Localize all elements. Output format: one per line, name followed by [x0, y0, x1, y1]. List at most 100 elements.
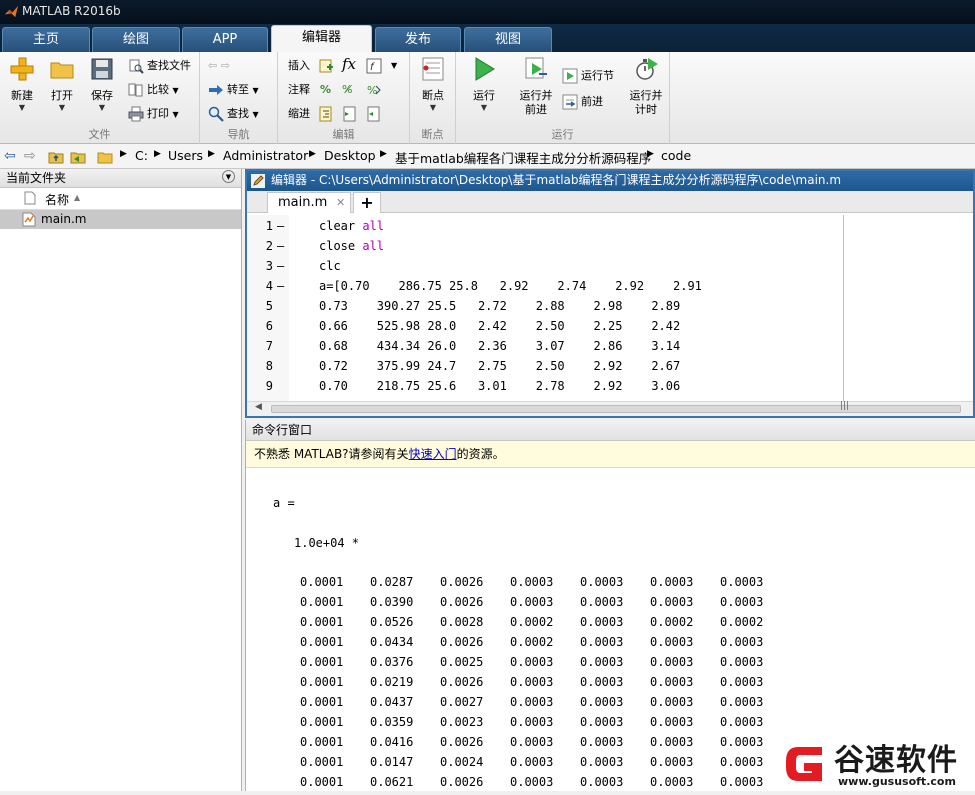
code-line: 4— a=[0.70 286.75 25.8 2.92 2.74 2.92 2.9… — [265, 279, 702, 293]
advance-icon — [562, 94, 578, 110]
decrease-indent-icon[interactable] — [366, 106, 382, 122]
tab-apps[interactable]: APP — [182, 27, 268, 52]
matrix-cell: 0.0027 — [440, 695, 484, 709]
tab-publish[interactable]: 发布 — [375, 27, 461, 52]
tab-editor[interactable]: 编辑器 — [271, 25, 372, 52]
scrollbar-thumb[interactable] — [271, 405, 961, 413]
matrix-cell: 0.0003 — [720, 675, 764, 689]
matrix-cell: 0.0003 — [720, 735, 764, 749]
breadcrumb-users[interactable]: Users — [168, 148, 203, 163]
insert-button[interactable]: 插入 — [288, 56, 310, 76]
chevron-down-icon: ▼ — [252, 86, 259, 95]
tab-view[interactable]: 视图 — [464, 27, 552, 52]
chevron-down-icon: ▼ — [58, 103, 66, 112]
comment-button[interactable]: 注释 — [288, 80, 310, 100]
breakpoints-group: 断点 ▼ 断点 — [410, 52, 456, 144]
insert-function-icon[interactable]: f — [366, 58, 382, 74]
indent-button[interactable]: 缩进 — [288, 104, 310, 124]
current-folder-header: 当前文件夹 ▼ — [0, 169, 241, 188]
chevron-down-icon[interactable]: ▼ — [391, 56, 397, 76]
scroll-left-icon[interactable]: ◀ — [255, 402, 262, 412]
matrix-cell: 0.0001 — [300, 735, 344, 749]
run-button[interactable]: 运行 ▼ — [464, 56, 504, 112]
smart-indent-icon[interactable] — [318, 106, 334, 122]
increase-indent-icon[interactable] — [342, 106, 358, 122]
breadcrumb-administrator[interactable]: Administrator — [223, 148, 308, 163]
variable-name-output: a = — [273, 496, 295, 510]
find-files-button[interactable]: 查找文件 — [128, 56, 191, 76]
breadcrumb-code[interactable]: code — [661, 148, 691, 163]
up-folder-icon[interactable] — [48, 149, 64, 165]
matrix-cell: 0.0003 — [650, 735, 694, 749]
matrix-cell: 0.0002 — [510, 635, 554, 649]
run-and-advance-button[interactable]: 运行并 前进 — [514, 56, 558, 117]
save-button[interactable]: 保存 ▼ — [84, 56, 120, 112]
matrix-row: 0.0001 0.0287 0.0026 0.0003 0.0003 0.0003 0.00… — [246, 575, 866, 595]
tab-home[interactable]: 主页 — [2, 27, 90, 52]
breakpoints-button[interactable]: 断点 ▼ — [416, 56, 450, 112]
close-icon[interactable]: ✕ — [336, 193, 345, 213]
chevron-right-icon: ▶ — [309, 149, 316, 159]
find-button[interactable]: 查找 ▼ — [208, 104, 259, 124]
uncomment-icon[interactable]: %̸ — [342, 80, 352, 100]
editor-title-bar: 编辑器 - C:\Users\Administrator\Desktop\基于m… — [247, 171, 973, 191]
back-arrow-icon[interactable]: ⇦ — [4, 149, 20, 165]
print-button[interactable]: 打印 ▼ — [128, 104, 179, 124]
matrix-cell: 0.0025 — [440, 655, 484, 669]
editor-window: 编辑器 - C:\Users\Administrator\Desktop\基于m… — [245, 169, 975, 418]
chevron-down-icon: ▼ — [18, 103, 26, 112]
matrix-cell: 0.0390 — [370, 595, 414, 609]
printer-icon — [128, 106, 144, 122]
address-bar: ⇦ ⇨ ▶ C: ▶ Users ▶ Administrator ▶ Deskt… — [0, 144, 975, 169]
file-row[interactable]: main.m — [0, 210, 241, 229]
horizontal-scrollbar[interactable]: ◀ ||| — [247, 401, 973, 416]
matrix-cell: 0.0003 — [650, 575, 694, 589]
matrix-cell: 0.0003 — [650, 695, 694, 709]
panel-menu-icon[interactable]: ▼ — [222, 170, 235, 183]
column-header-name[interactable]: 名称 ▲ — [0, 188, 241, 210]
fx-button[interactable]: fx — [342, 54, 356, 74]
matrix-cell: 0.0003 — [650, 775, 694, 789]
percent-comment-icon[interactable]: % — [320, 80, 331, 100]
tab-plots[interactable]: 绘图 — [92, 27, 180, 52]
matrix-cell: 0.0219 — [370, 675, 414, 689]
matrix-cell: 0.0003 — [510, 675, 554, 689]
edit-group: 插入 fx f ▼ 注释 % %̸ % 缩进 编辑 — [278, 52, 410, 144]
matrix-cell: 0.0001 — [300, 655, 344, 669]
matrix-cell: 0.0026 — [440, 635, 484, 649]
breadcrumb-project-folder[interactable]: 基于matlab编程各门课程主成分分析源码程序 — [395, 148, 651, 167]
new-tab-button[interactable]: + — [353, 192, 381, 213]
gususoft-watermark: 谷速软件 www.gususoft.com — [778, 735, 975, 791]
new-button[interactable]: 新建 ▼ — [4, 56, 40, 112]
wrap-comments-icon[interactable]: % — [366, 82, 382, 98]
matrix-cell: 0.0003 — [720, 775, 764, 789]
breadcrumb-desktop[interactable]: Desktop — [324, 148, 376, 163]
matrix-row: 0.0001 0.0434 0.0026 0.0002 0.0003 0.0003 0.00… — [246, 635, 866, 655]
matrix-cell: 0.0026 — [440, 595, 484, 609]
matrix-cell: 0.0003 — [720, 595, 764, 609]
matrix-row: 0.0001 0.0416 0.0026 0.0003 0.0003 0.0003 0.00… — [246, 735, 866, 755]
folder-icon — [50, 62, 74, 79]
code-area[interactable]: 1— clear all 2— close all 3— clc 4— a=[0.70 … — [247, 215, 973, 401]
run-and-time-button[interactable]: 运行并 计时 — [624, 56, 668, 117]
run-section-button[interactable]: 运行节 — [562, 66, 614, 86]
advance-button[interactable]: 前进 — [562, 92, 603, 112]
browse-folder-icon[interactable] — [70, 149, 86, 165]
matrix-row: 0.0001 0.0526 0.0028 0.0002 0.0003 0.0002 0.00… — [246, 615, 866, 635]
chevron-down-icon: ▼ — [252, 110, 259, 119]
matrix-cell: 0.0003 — [650, 655, 694, 669]
chevron-right-icon: ▶ — [120, 149, 127, 159]
tab-main-m[interactable]: main.m ✕ — [267, 192, 351, 213]
insert-section-icon[interactable] — [318, 58, 334, 74]
open-button[interactable]: 打开 ▼ — [44, 56, 80, 112]
matrix-row: 0.0001 0.0359 0.0023 0.0003 0.0003 0.0003 0.00… — [246, 715, 866, 735]
breadcrumb-drive[interactable]: C: — [135, 148, 148, 163]
matrix-cell: 0.0026 — [440, 675, 484, 689]
quick-start-link[interactable]: 快速入门 — [409, 447, 457, 461]
matrix-row: 0.0001 0.0376 0.0025 0.0003 0.0003 0.0003 0.00… — [246, 655, 866, 675]
ribbon-tab-strip: 主页 绘图 APP 编辑器 发布 视图 — [0, 24, 975, 52]
compare-button[interactable]: 比较 ▼ — [128, 80, 179, 100]
matrix-row: 0.0001 0.0390 0.0026 0.0003 0.0003 0.0003 0.00… — [246, 595, 866, 615]
goto-button[interactable]: 转至 ▼ — [208, 80, 259, 100]
forward-arrow-icon[interactable]: ⇨ — [24, 149, 40, 165]
